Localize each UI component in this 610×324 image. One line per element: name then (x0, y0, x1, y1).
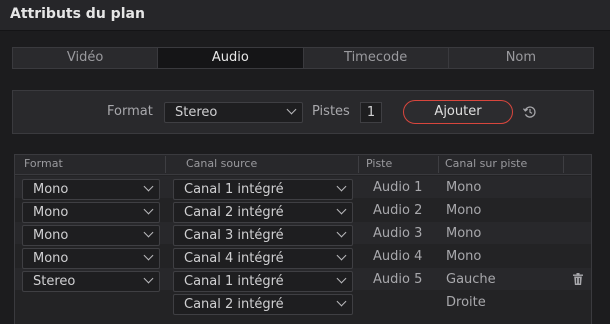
row-format-select[interactable]: Mono (22, 179, 160, 200)
row-format-value: Mono (33, 228, 69, 243)
row-track: Audio 1 (373, 180, 423, 195)
chevron-down-icon (336, 250, 347, 261)
row-source-value: Canal 1 intégré (184, 182, 284, 197)
column-divider (563, 156, 564, 173)
column-divider (358, 156, 359, 173)
table-header: Format Canal source Piste Canal sur pist… (15, 155, 591, 175)
chevron-down-icon (143, 273, 154, 284)
row-source-select[interactable]: Canal 3 intégré (173, 225, 353, 246)
column-divider (165, 156, 166, 173)
row-source-select[interactable]: Canal 4 intégré (173, 248, 353, 269)
row-channel: Mono (446, 203, 482, 218)
tab-timecode[interactable]: Timecode (304, 48, 449, 68)
chevron-down-icon (143, 181, 154, 192)
row-source-value: Canal 3 intégré (184, 228, 284, 243)
tab-video[interactable]: Vidéo (13, 48, 159, 68)
chevron-down-icon (336, 204, 347, 215)
row-source-select[interactable]: Canal 1 intégré (173, 179, 353, 200)
reset-icon[interactable] (522, 104, 538, 120)
row-channel: Mono (446, 249, 482, 264)
tracks-input[interactable]: 1 (360, 102, 382, 123)
row-channel: Mono (446, 180, 482, 195)
row-channel: Gauche (446, 272, 496, 287)
format-label: Format (107, 104, 153, 119)
row-track: Audio 2 (373, 203, 423, 218)
chevron-down-icon (143, 250, 154, 261)
row-format-select[interactable]: Mono (22, 225, 160, 246)
tab-name[interactable]: Nom (449, 48, 593, 68)
row-format-select[interactable]: Stereo (22, 271, 160, 292)
row-track: Audio 4 (373, 249, 423, 264)
format-panel: Format Stereo Pistes 1 Ajouter (12, 90, 594, 134)
row-source-select[interactable]: Canal 2 intégré (173, 202, 353, 223)
row-format-value: Mono (33, 205, 69, 220)
tab-bar: Vidéo Audio Timecode Nom (12, 47, 594, 69)
row-source-select[interactable]: Canal 2 intégré (173, 294, 353, 315)
row-format-value: Stereo (33, 274, 76, 289)
row-source-value: Canal 4 intégré (184, 251, 284, 266)
tab-audio[interactable]: Audio (158, 48, 304, 68)
row-channel: Droite (446, 295, 486, 310)
tracks-label: Pistes (312, 104, 350, 119)
row-track: Audio 5 (373, 272, 423, 287)
row-source-value: Canal 1 intégré (184, 274, 284, 289)
chevron-down-icon (336, 273, 347, 284)
chevron-down-icon (286, 104, 297, 115)
row-format-value: Mono (33, 182, 69, 197)
row-format-select[interactable]: Mono (22, 248, 160, 269)
column-divider (438, 156, 439, 173)
header-track: Piste (366, 157, 393, 170)
title-bar: Attributs du plan (0, 0, 610, 31)
add-button[interactable]: Ajouter (403, 100, 513, 124)
row-channel: Mono (446, 226, 482, 241)
chevron-down-icon (336, 227, 347, 238)
row-track: Audio 3 (373, 226, 423, 241)
chevron-down-icon (143, 227, 154, 238)
chevron-down-icon (143, 204, 154, 215)
row-source-value: Canal 2 intégré (184, 297, 284, 312)
channel-mapping-table: Format Canal source Piste Canal sur pist… (14, 154, 592, 324)
row-source-value: Canal 2 intégré (184, 205, 284, 220)
row-source-select[interactable]: Canal 1 intégré (173, 271, 353, 292)
row-format-value: Mono (33, 251, 69, 266)
format-select[interactable]: Stereo (164, 102, 303, 123)
format-select-value: Stereo (175, 105, 218, 120)
header-source: Canal source (186, 157, 258, 170)
window-title: Attributs du plan (10, 6, 145, 22)
trash-icon[interactable] (571, 272, 585, 286)
row-format-select[interactable]: Mono (22, 202, 160, 223)
header-channel: Canal sur piste (445, 157, 528, 170)
chevron-down-icon (336, 296, 347, 307)
header-format: Format (24, 157, 63, 170)
chevron-down-icon (336, 181, 347, 192)
